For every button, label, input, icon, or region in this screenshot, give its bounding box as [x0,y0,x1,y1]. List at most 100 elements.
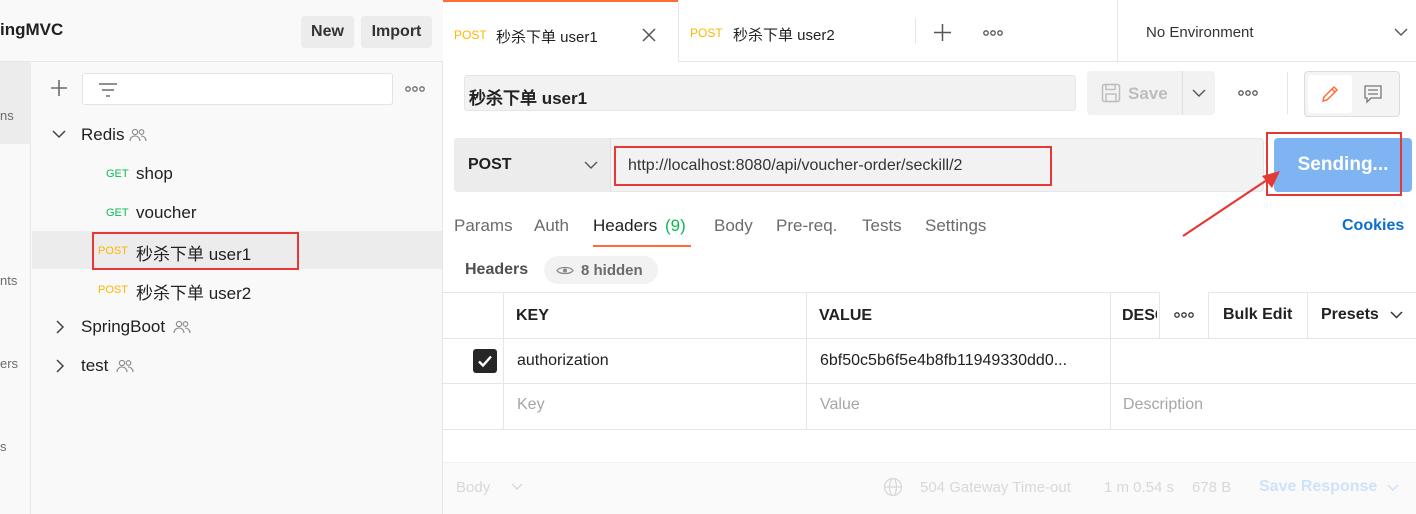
method-select[interactable]: POST [454,138,611,192]
method-badge: POST [98,284,128,296]
method-badge: GET [106,168,129,180]
bulk-edit-button[interactable]: Bulk Edit [1208,292,1307,338]
request-label: shop [136,164,173,183]
response-size: 678 B [1192,479,1232,496]
url-input[interactable]: http://localhost:8080/api/voucher-order/… [614,146,1052,186]
tab-prereq[interactable]: Pre-req. [776,216,837,236]
checkmark-icon [478,355,492,368]
table-border [443,383,1416,384]
save-button[interactable]: Save [1087,71,1215,115]
column-divider [503,292,504,430]
environment-label: No Environment [1146,24,1254,41]
folder-label: SpringBoot [81,317,166,336]
headers-section-title: Headers [465,261,529,278]
annotation-arrow [1180,168,1290,240]
table-border [443,429,1416,430]
table-border [443,338,1416,339]
request-item-voucher[interactable]: GET voucher [32,193,442,231]
tab-method-label: POST [454,28,487,42]
chevron-down-icon [1390,311,1403,319]
headers-table: KEY VALUE DESC Bulk Edit Presets authori… [443,292,1416,430]
chevron-down-icon [1394,28,1408,37]
save-icon [1101,83,1121,103]
workspace-title: ingMVC [0,20,64,39]
tab-title: 秒杀下单 user1 [496,29,598,46]
column-options-button[interactable] [1159,292,1208,338]
cookies-link[interactable]: Cookies [1342,217,1404,235]
bulk-edit-label: Bulk Edit [1223,306,1293,323]
headers-count: (9) [665,216,686,235]
request-item-seckill-user1[interactable]: POST 秒杀下单 user1 [32,231,442,270]
hidden-headers-label: 8 hidden [581,262,643,279]
tab-seckill-user1[interactable]: POST 秒杀下单 user1 [443,0,678,62]
environment-select[interactable]: No Environment [1117,0,1416,62]
request-item-seckill-user2[interactable]: POST 秒杀下单 user2 [32,270,442,308]
new-description-input[interactable]: Description [1123,396,1203,414]
tab-body[interactable]: Body [714,216,753,236]
save-label: Save [1128,84,1168,103]
method-value: POST [468,156,512,173]
shared-users-icon [173,320,191,334]
method-badge: POST [98,245,128,257]
header-value-cell[interactable]: 6bf50c5b6f5e4b8fb11949330dd0... [820,352,1067,370]
tab-settings[interactable]: Settings [925,216,986,236]
request-label: 秒杀下单 user1 [136,245,252,264]
eye-icon [556,265,574,276]
column-header-key: KEY [516,307,549,324]
save-response-button[interactable]: Save Response [1259,478,1377,496]
tab-more-icon[interactable] [983,29,1003,37]
column-header-description-label: DESC [1122,307,1157,324]
shared-users-icon [129,128,147,142]
sidebar-strip-label-servers[interactable]: ers [0,356,18,371]
tab-auth[interactable]: Auth [534,216,569,236]
column-header-description: DESC [1121,292,1157,338]
tab-headers[interactable]: Headers [593,216,657,236]
header-key-cell[interactable]: authorization [517,352,609,370]
chevron-down-icon[interactable] [1192,89,1206,98]
comments-icon[interactable] [1363,84,1383,104]
close-icon[interactable] [642,28,656,42]
collection-filter-input[interactable] [82,73,393,105]
column-divider [1110,292,1111,430]
tab-tests[interactable]: Tests [862,216,902,236]
header-enabled-checkbox[interactable] [473,349,497,373]
column-divider [806,292,807,430]
new-key-input[interactable]: Key [517,396,545,414]
request-label: 秒杀下单 user2 [136,284,252,303]
presets-dropdown[interactable]: Presets [1307,292,1416,338]
sidebar-strip-label-environments[interactable]: nts [0,273,17,288]
tab-title: 秒杀下单 user2 [733,27,835,44]
sidebar-strip-label-history[interactable]: s [0,439,7,454]
add-collection-icon[interactable] [50,79,68,97]
tab-divider [915,18,916,44]
edit-view-button[interactable] [1308,75,1352,113]
response-body-label[interactable]: Body [456,479,490,496]
new-value-input[interactable]: Value [820,396,860,414]
folder-redis[interactable]: Redis [32,116,442,154]
filter-icon [98,82,118,98]
save-divider [1182,71,1183,115]
request-more-icon[interactable] [1238,89,1258,97]
chevron-down-icon [52,129,66,139]
url-text: http://localhost:8080/api/voucher-order/… [628,157,963,174]
chevron-right-icon [55,320,65,334]
active-tab-underline [593,245,691,247]
request-name-field[interactable]: 秒杀下单 user1 [464,75,1076,111]
import-button[interactable]: Import [361,16,432,48]
chevron-down-icon [511,483,523,491]
request-item-shop[interactable]: GET shop [32,154,442,192]
folder-springboot[interactable]: SpringBoot [32,308,442,346]
new-button[interactable]: New [301,16,354,48]
folder-test[interactable]: test [32,347,442,385]
new-tab-icon[interactable] [934,24,951,41]
view-toggle [1304,71,1400,117]
hidden-headers-toggle[interactable]: 8 hidden [544,256,658,284]
more-options-icon[interactable] [405,85,425,93]
request-name: 秒杀下单 user1 [469,89,588,108]
request-label: voucher [136,203,197,222]
chevron-right-icon [55,359,65,373]
tab-params[interactable]: Params [454,216,513,236]
folder-label: Redis [81,125,125,144]
tab-seckill-user2[interactable]: POST 秒杀下单 user2 [679,0,915,62]
sidebar-item-collections[interactable] [0,62,31,144]
